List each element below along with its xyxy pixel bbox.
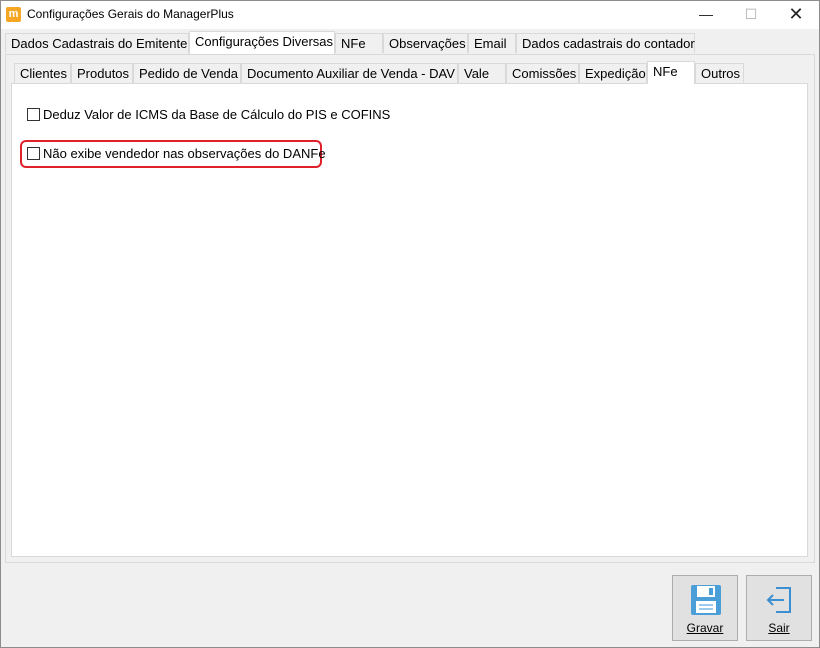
save-button-label: Gravar (686, 621, 724, 635)
close-button[interactable]: ✕ (773, 1, 819, 29)
settings-window: m Configurações Gerais do ManagerPlus — … (0, 0, 820, 648)
window-title: Configurações Gerais do ManagerPlus (27, 7, 234, 21)
maximize-button[interactable]: ☐ (728, 1, 774, 29)
tab-produtos[interactable]: Produtos (71, 63, 133, 83)
tab-expedicao[interactable]: Expedição (579, 63, 647, 83)
tab-comissoes[interactable]: Comissões (506, 63, 579, 83)
tab-dados-cadastrais-contador[interactable]: Dados cadastrais do contador (516, 33, 695, 53)
save-button[interactable]: Gravar (672, 575, 738, 641)
minimize-button[interactable]: — (683, 1, 729, 29)
tab-pedido-de-venda[interactable]: Pedido de Venda (133, 63, 241, 83)
managerplus-app-icon: m (6, 7, 21, 22)
exit-button-label: Sair (768, 621, 790, 635)
tab-configuracoes-diversas[interactable]: Configurações Diversas (189, 31, 335, 54)
exit-door-icon (766, 587, 791, 613)
tab-outros[interactable]: Outros (695, 63, 744, 83)
tab-vale[interactable]: Vale (458, 63, 506, 83)
tab-email[interactable]: Email (468, 33, 516, 53)
tab-nfe-sub[interactable]: NFe (647, 61, 695, 84)
tab-nfe-main[interactable]: NFe (335, 33, 383, 53)
tab-dados-cadastrais-emitente[interactable]: Dados Cadastrais do Emitente (5, 33, 189, 53)
tab-clientes[interactable]: Clientes (14, 63, 71, 83)
nao-exibe-vendedor-checkbox[interactable] (27, 147, 40, 160)
option-deduz-icms[interactable]: Deduz Valor de ICMS da Base de Cálculo d… (27, 107, 391, 125)
deduz-icms-label: Deduz Valor de ICMS da Base de Cálculo d… (43, 107, 391, 122)
title-bar: m Configurações Gerais do ManagerPlus — … (1, 1, 819, 29)
option-nao-exibe-vendedor[interactable]: Não exibe vendedor nas observações do DA… (27, 146, 326, 164)
floppy-disk-icon (691, 585, 721, 615)
tab-dav[interactable]: Documento Auxiliar de Venda - DAV (241, 63, 458, 83)
tab-observacoes[interactable]: Observações (383, 33, 468, 53)
deduz-icms-checkbox[interactable] (27, 108, 40, 121)
nao-exibe-vendedor-label: Não exibe vendedor nas observações do DA… (43, 146, 326, 161)
exit-button[interactable]: Sair (746, 575, 812, 641)
